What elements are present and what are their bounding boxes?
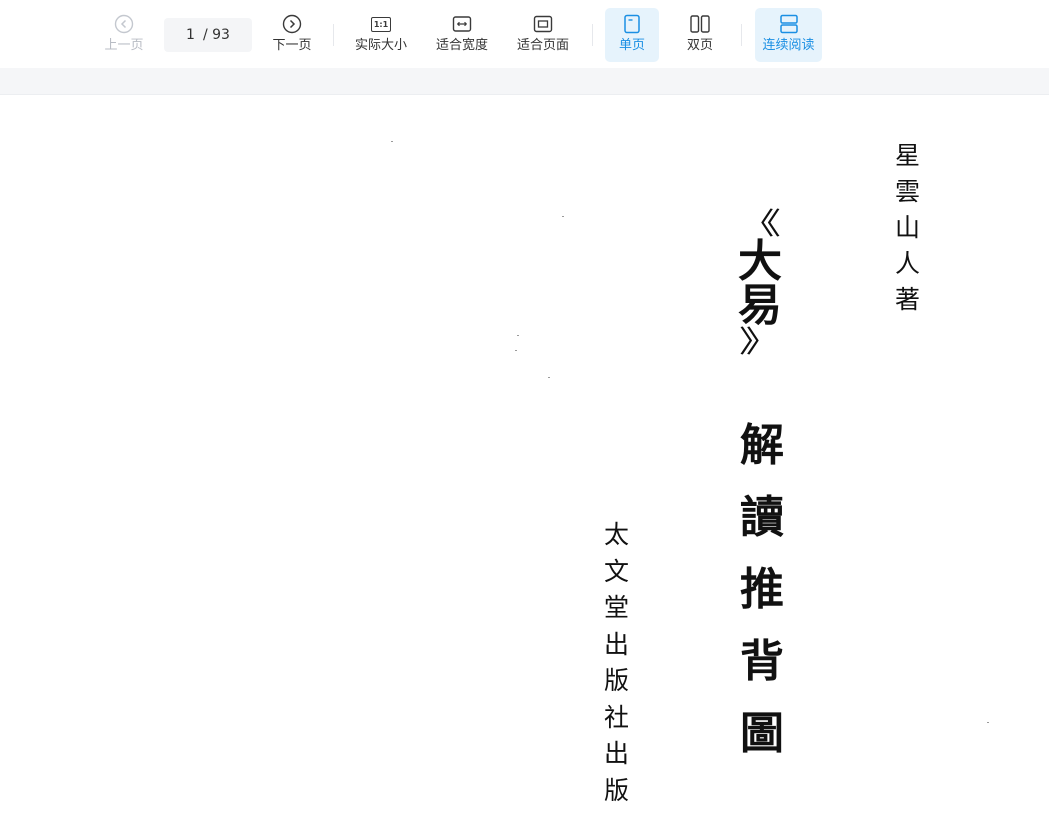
fit-page-button[interactable]: 适合页面: [512, 8, 574, 62]
publisher-char: 版: [604, 775, 630, 805]
single-page-button[interactable]: 单页: [605, 8, 659, 62]
publisher-char: 堂: [604, 593, 630, 622]
toolbar-divider: [333, 24, 334, 46]
author-char: 雲: [895, 177, 921, 206]
fit-width-button[interactable]: 适合宽度: [431, 8, 493, 62]
single-page-icon: [621, 13, 643, 35]
title-char: 推: [740, 564, 784, 615]
scan-speck: [515, 350, 517, 351]
chevron-right-circle-icon: [281, 13, 303, 35]
main-title: 解 讀 推 背 圖: [740, 410, 784, 770]
double-page-icon: [689, 13, 711, 35]
fit-page-label: 适合页面: [516, 38, 569, 53]
fit-width-label: 适合宽度: [435, 38, 488, 53]
publisher-char: 社: [604, 702, 630, 732]
publisher-char: 出: [604, 629, 630, 659]
prev-page-label: 上一页: [104, 38, 144, 53]
next-page-label: 下一页: [272, 38, 312, 53]
book-name-title: 《 大 易 》: [738, 210, 782, 358]
scan-speck: [987, 722, 989, 723]
actual-size-icon: 1:1: [370, 13, 392, 35]
publisher-char: 太: [604, 520, 630, 549]
title-char: 解: [740, 420, 784, 471]
scan-speck: [548, 377, 550, 378]
document-page: [0, 95, 1049, 824]
fit-width-icon: [451, 13, 473, 35]
title-close-bracket: 》: [739, 325, 781, 360]
continuous-read-button[interactable]: 连续阅读: [755, 8, 822, 62]
double-page-button[interactable]: 双页: [673, 8, 727, 62]
author-char: 著: [895, 285, 921, 314]
publisher-char: 出: [604, 739, 630, 768]
toolbar-divider: [592, 24, 593, 46]
double-page-label: 双页: [686, 38, 713, 53]
actual-size-label: 实际大小: [354, 38, 407, 53]
author-char: 人: [895, 249, 921, 278]
next-page-button[interactable]: 下一页: [266, 8, 318, 62]
publisher-credit: 太 文 堂 出 版 社 出 版: [604, 517, 629, 809]
prev-page-button[interactable]: 上一页: [98, 8, 150, 62]
chevron-left-circle-icon: [113, 13, 135, 35]
total-pages: / 93: [202, 27, 230, 43]
author-char: 山: [895, 213, 921, 242]
fit-page-icon: [532, 13, 554, 35]
reader-toolbar: 上一页 1 / 93 下一页 1:1 实际大小 适合宽度 适合页面 单页 双页 …: [0, 0, 1049, 68]
continuous-read-icon: [778, 13, 800, 35]
author-char: 星: [895, 141, 921, 170]
title-char: 背: [740, 636, 784, 687]
title-char: 易: [738, 280, 782, 331]
publisher-char: 版: [604, 666, 630, 695]
current-page-input[interactable]: 1: [186, 27, 195, 43]
title-char: 大: [738, 236, 782, 287]
single-page-label: 单页: [618, 38, 645, 53]
scan-speck: [391, 141, 393, 142]
scan-speck: [562, 216, 564, 217]
page-gap: [0, 68, 1049, 95]
author-credit: 星 雲 山 人 著: [895, 138, 920, 318]
continuous-read-label: 连续阅读: [762, 38, 815, 53]
publisher-char: 文: [604, 556, 630, 586]
scan-speck: [517, 335, 519, 336]
toolbar-divider: [741, 24, 742, 46]
page-number-field[interactable]: 1 / 93: [164, 18, 252, 52]
title-char: 圖: [740, 708, 784, 759]
title-open-bracket: 《: [739, 207, 781, 242]
title-char: 讀: [740, 492, 784, 543]
actual-size-button[interactable]: 1:1 实际大小: [350, 8, 412, 62]
